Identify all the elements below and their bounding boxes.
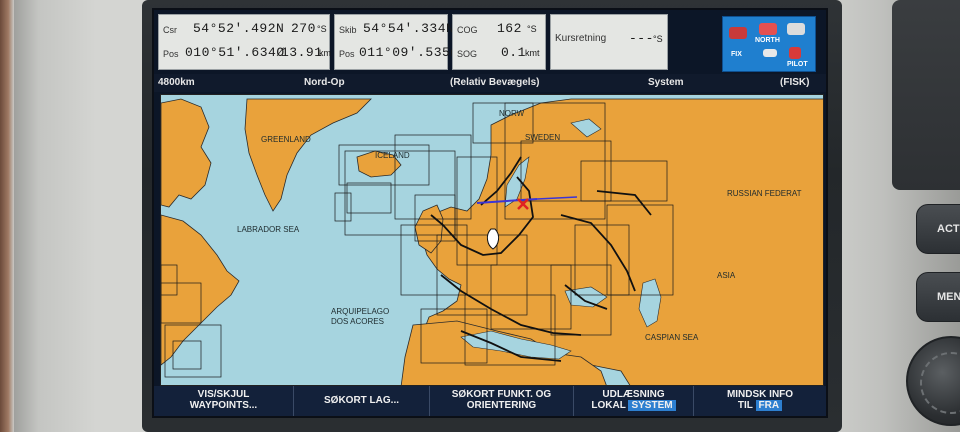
softkey-info-line1: MINDSK INFO <box>726 389 794 400</box>
heading-box: Kursretning --- °S <box>550 14 668 70</box>
cursor-lat: 54°52'.492N <box>193 21 285 36</box>
heading-label: Kursretning <box>555 33 607 44</box>
softkey-chart-layers[interactable]: SØKORT LAG... <box>294 386 430 416</box>
boat-icon <box>763 49 777 57</box>
map-label-sweden: SWEDEN <box>525 133 561 142</box>
sog-label: SOG <box>457 49 478 59</box>
map-label-russia: RUSSIAN FEDERAT <box>727 189 802 198</box>
orientation-readout: Nord-Op <box>304 77 345 88</box>
softkey-chart-functions[interactable]: SØKORT FUNKT. OG ORIENTERING <box>430 386 574 416</box>
vessel-lon: 011°09'.535Ø <box>359 45 459 60</box>
cursor-bearing-unit: °S <box>317 24 327 34</box>
active-button-label: ACTI <box>937 223 960 235</box>
cog-value: 162 <box>497 21 522 36</box>
sog-unit: kmt <box>525 48 540 58</box>
softkey-waypoints[interactable]: VIS/SKJUL WAYPOINTS... <box>154 386 294 416</box>
sog-value: 0.1 <box>501 45 526 60</box>
system-readout: System <box>648 77 684 88</box>
map-label-caspian: CASPIAN SEA <box>645 333 699 342</box>
signal-icon <box>787 23 805 35</box>
softkey-readout[interactable]: UDLÆSNING LOKAL SYSTEM <box>574 386 694 416</box>
map-label-labrador: LABRADOR SEA <box>237 225 300 234</box>
vessel-position-box: Skib 54°54'.334N Pos 011°09'.535Ø <box>334 14 458 70</box>
softkey-info[interactable]: MINDSK INFO TIL FRA <box>694 386 826 416</box>
chart-map[interactable]: GREENLAND ICELAND NORW SWEDEN RUSSIAN FE… <box>160 94 824 386</box>
landmass-north-america <box>161 98 212 208</box>
satellite-icon <box>729 27 747 39</box>
cursor-distance: 13.91 <box>281 45 323 60</box>
cursor-distance-unit: km <box>319 48 331 58</box>
pilot-status: PILOT <box>787 61 808 68</box>
vessel-pos-label: Pos <box>339 49 355 59</box>
heading-value: --- <box>629 31 654 46</box>
info-bar: 4800km Nord-Op (Relativ Bevægels) System… <box>154 74 826 92</box>
active-button[interactable]: ACTI <box>916 204 960 254</box>
landmass-greenland <box>244 98 372 212</box>
menu-button-label: MEN <box>937 291 960 303</box>
cursor-lon: 010°51'.634Ø <box>185 45 285 60</box>
mode-readout: (FISK) <box>780 77 810 88</box>
softkey-waypoints-line2: WAYPOINTS... <box>189 400 258 411</box>
cursor-bearing: 270 <box>291 21 316 36</box>
chartplotter-screen: Csr 54°52'.492N 270 °S Pos 010°51'.634Ø … <box>152 8 828 418</box>
softkey-chart-functions-line1: SØKORT FUNKT. OG <box>451 389 552 400</box>
vessel-label: Skib <box>339 25 357 35</box>
softkey-bar: VIS/SKJUL WAYPOINTS... SØKORT LAG... SØK… <box>154 386 826 416</box>
compass-icon <box>759 23 777 35</box>
cog-unit: °S <box>527 24 537 34</box>
autopilot-icon <box>789 47 801 59</box>
map-label-acores-2: DOS ACORES <box>331 317 384 326</box>
cursor-pos-label: Pos <box>163 49 179 59</box>
vessel-lat: 54°54'.334N <box>363 21 455 36</box>
map-label-iceland: ICELAND <box>375 151 410 160</box>
softkey-waypoints-line1: VIS/SKJUL <box>197 389 250 400</box>
north-status: NORTH <box>755 37 780 44</box>
map-label-asia: ASIA <box>717 271 736 280</box>
softkey-info-off: FRA <box>755 400 783 411</box>
range-readout: 4800km <box>158 77 195 88</box>
softkey-info-on: TIL <box>737 400 753 411</box>
cursor-position-box: Csr 54°52'.492N 270 °S Pos 010°51'.634Ø … <box>158 14 331 70</box>
right-control-panel <box>892 0 960 190</box>
map-label-greenland: GREENLAND <box>261 135 311 144</box>
softkey-readout-system: SYSTEM <box>628 400 676 411</box>
background-edge <box>0 0 14 432</box>
fix-status: FIX <box>731 51 742 58</box>
menu-button[interactable]: MEN <box>916 272 960 322</box>
cursor-label: Csr <box>163 25 177 35</box>
softkey-readout-line1: UDLÆSNING <box>602 389 665 400</box>
heading-unit: °S <box>653 34 663 44</box>
map-label-acores-1: ARQUIPELAGO <box>331 307 390 316</box>
motion-readout: (Relativ Bevægels) <box>450 77 540 88</box>
softkey-chart-layers-label: SØKORT LAG... <box>324 395 399 406</box>
map-label-norway: NORW <box>499 109 525 118</box>
status-panel: FIX NORTH PILOT <box>722 16 816 72</box>
softkey-chart-functions-line2: ORIENTERING <box>466 400 537 411</box>
cog-sog-box: COG 162 °S SOG 0.1 kmt <box>452 14 546 70</box>
cog-label: COG <box>457 25 478 35</box>
softkey-readout-local: LOKAL <box>591 400 626 411</box>
